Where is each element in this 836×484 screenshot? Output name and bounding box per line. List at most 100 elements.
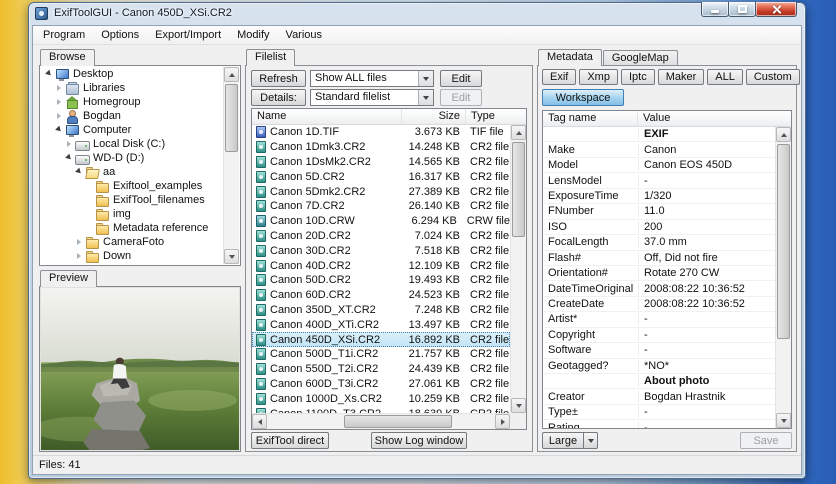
tab-googlemap[interactable]: GoogleMap bbox=[602, 50, 678, 65]
file-row-canon-450d-xsi-cr2[interactable]: Canon 450D_XSi.CR2 16.892 KB CR2 file bbox=[252, 332, 510, 347]
column-header-name[interactable]: Name bbox=[252, 109, 402, 124]
filter-button-exif[interactable]: Exif bbox=[542, 69, 577, 85]
file-row-canon-30d-cr2[interactable]: Canon 30D.CR2 7.518 KB CR2 file bbox=[252, 243, 510, 258]
file-row-canon-500d-t1i-cr2[interactable]: Canon 500D_T1i.CR2 21.757 KB CR2 file bbox=[252, 347, 510, 362]
file-row-canon-1d-tif[interactable]: Canon 1D.TIF 3.673 KB TIF file bbox=[252, 125, 510, 140]
app-icon[interactable] bbox=[35, 7, 48, 20]
tree-item-down[interactable]: Down bbox=[41, 249, 223, 263]
refresh-button[interactable]: Refresh bbox=[251, 70, 306, 87]
meta-row-creator[interactable]: Creator Bogdan Hrastnik bbox=[543, 389, 775, 405]
meta-row-flash[interactable]: Flash# Off, Did not fire bbox=[543, 251, 775, 266]
minimize-button[interactable] bbox=[701, 2, 729, 17]
collapse-arrow-icon[interactable] bbox=[54, 125, 64, 135]
tree-item-libraries[interactable]: Libraries bbox=[41, 81, 223, 95]
tree-scrollbar[interactable] bbox=[223, 67, 239, 264]
filelist-scroll-up-button[interactable] bbox=[511, 125, 526, 140]
filelist-hscrollbar[interactable] bbox=[252, 413, 510, 429]
maximize-button[interactable] bbox=[728, 2, 756, 17]
meta-row-software[interactable]: Software - bbox=[543, 343, 775, 359]
tree-scroll-down-button[interactable] bbox=[224, 249, 239, 264]
workspace-button[interactable]: Workspace bbox=[542, 89, 624, 106]
menu-export-import[interactable]: Export/Import bbox=[147, 27, 229, 43]
meta-row-artist[interactable]: Artist* - bbox=[543, 312, 775, 328]
details-button[interactable]: Details: bbox=[251, 89, 306, 106]
expand-arrow-icon[interactable] bbox=[74, 251, 84, 261]
meta-row-geotagged[interactable]: Geotagged? *NO* bbox=[543, 359, 775, 374]
filter-button-xmp[interactable]: Xmp bbox=[579, 69, 618, 85]
meta-row-exposuretime[interactable]: ExposureTime 1/320 bbox=[543, 189, 775, 205]
file-filter-dropdown[interactable]: Show ALL files bbox=[310, 70, 434, 87]
tree-item-bogdan[interactable]: Bogdan bbox=[41, 109, 223, 124]
filter-button-maker[interactable]: Maker bbox=[657, 69, 705, 85]
tab-metadata[interactable]: Metadata bbox=[538, 49, 602, 66]
meta-row-make[interactable]: Make Canon bbox=[543, 142, 775, 158]
file-row-canon-1000d-xs-cr2[interactable]: Canon 1000D_Xs.CR2 10.259 KB CR2 file bbox=[252, 391, 510, 406]
tree-item-exiftool-filenames[interactable]: ExifTool_filenames bbox=[41, 193, 223, 207]
tab-filelist[interactable]: Filelist bbox=[246, 49, 296, 66]
dropdown-arrow-icon[interactable] bbox=[418, 90, 433, 105]
title-bar[interactable]: ExifToolGUI - Canon 450D_XSi.CR2 bbox=[29, 2, 805, 25]
file-row-canon-350d-xt-cr2[interactable]: Canon 350D_XT.CR2 7.248 KB CR2 file bbox=[252, 303, 510, 318]
edit-filter-button[interactable]: Edit bbox=[440, 70, 482, 87]
meta-row-lensmodel[interactable]: LensModel - bbox=[543, 173, 775, 189]
menu-options[interactable]: Options bbox=[93, 27, 147, 43]
meta-row-orientation[interactable]: Orientation# Rotate 270 CW bbox=[543, 266, 775, 282]
tree-item-wd-d-d[interactable]: WD-D (D:) bbox=[41, 151, 223, 165]
tree-item-aa[interactable]: aa bbox=[41, 165, 223, 179]
tree-item-exiftool-examples[interactable]: Exiftool_examples bbox=[41, 179, 223, 193]
file-row-canon-600d-t3i-cr2[interactable]: Canon 600D_T3i.CR2 27.061 KB CR2 file bbox=[252, 377, 510, 392]
filelist-style-dropdown[interactable]: Standard filelist bbox=[310, 89, 434, 106]
tree-scroll-thumb[interactable] bbox=[225, 84, 238, 152]
expand-arrow-icon[interactable] bbox=[54, 83, 64, 93]
column-header-type[interactable]: Type bbox=[466, 109, 526, 124]
filter-button-all[interactable]: ALL bbox=[707, 69, 743, 85]
file-row-canon-550d-t2i-cr2[interactable]: Canon 550D_T2i.CR2 24.439 KB CR2 file bbox=[252, 362, 510, 377]
show-log-window-button[interactable]: Show Log window bbox=[371, 432, 467, 449]
exiftool-direct-button[interactable]: ExifTool direct bbox=[251, 432, 329, 449]
metadata-scroll-thumb[interactable] bbox=[777, 144, 790, 339]
menu-various[interactable]: Various bbox=[278, 27, 330, 43]
filelist-scroll-down-button[interactable] bbox=[511, 398, 526, 413]
dropdown-arrow-icon[interactable] bbox=[418, 71, 433, 86]
meta-row-about-photo[interactable]: About photo bbox=[543, 374, 775, 390]
tab-browse[interactable]: Browse bbox=[40, 49, 95, 66]
save-button[interactable]: Save bbox=[740, 432, 792, 449]
large-dropdown-arrow[interactable] bbox=[584, 432, 598, 449]
filelist-hscroll-thumb[interactable] bbox=[344, 415, 452, 428]
filelist-scroll-right-button[interactable] bbox=[495, 414, 510, 429]
tree-item-camerafoto[interactable]: CameraFoto bbox=[41, 235, 223, 249]
column-header-size[interactable]: Size bbox=[402, 109, 466, 124]
meta-row-rating[interactable]: Rating - bbox=[543, 420, 775, 428]
tree-item-local-disk-c[interactable]: Local Disk (C:) bbox=[41, 137, 223, 151]
collapse-arrow-icon[interactable] bbox=[74, 167, 84, 177]
file-row-canon-50d-cr2[interactable]: Canon 50D.CR2 19.493 KB CR2 file bbox=[252, 273, 510, 288]
column-header-tag-name[interactable]: Tag name bbox=[543, 111, 638, 126]
tree-item-computer[interactable]: Computer bbox=[41, 123, 223, 137]
close-button[interactable] bbox=[755, 2, 797, 17]
meta-row-model[interactable]: Model Canon EOS 450D bbox=[543, 158, 775, 174]
expand-arrow-icon[interactable] bbox=[74, 237, 84, 247]
metadata-scrollbar[interactable] bbox=[775, 127, 791, 428]
menu-program[interactable]: Program bbox=[35, 27, 93, 43]
meta-row-type[interactable]: Type± - bbox=[543, 405, 775, 421]
menu-modify[interactable]: Modify bbox=[229, 27, 277, 43]
file-row-canon-400d-xti-cr2[interactable]: Canon 400D_XTi.CR2 13.497 KB CR2 file bbox=[252, 317, 510, 332]
meta-row-exif[interactable]: EXIF bbox=[543, 127, 775, 143]
file-row-canon-5dmk2-cr2[interactable]: Canon 5Dmk2.CR2 27.389 KB CR2 file bbox=[252, 184, 510, 199]
tree-item-img[interactable]: img bbox=[41, 207, 223, 221]
filelist-scroll-thumb[interactable] bbox=[512, 142, 525, 237]
column-header-value[interactable]: Value bbox=[638, 111, 791, 126]
tree-item-desktop[interactable]: Desktop bbox=[41, 67, 223, 81]
expand-arrow-icon[interactable] bbox=[54, 111, 64, 121]
meta-row-createdate[interactable]: CreateDate 2008:08:22 10:36:52 bbox=[543, 297, 775, 313]
filelist-scroll-left-button[interactable] bbox=[252, 414, 267, 429]
tree-item-homegroup[interactable]: Homegroup bbox=[41, 95, 223, 109]
edit-style-button[interactable]: Edit bbox=[440, 89, 482, 106]
tree-scroll-up-button[interactable] bbox=[224, 67, 239, 82]
file-row-canon-60d-cr2[interactable]: Canon 60D.CR2 24.523 KB CR2 file bbox=[252, 288, 510, 303]
tree-item-metadata-reference[interactable]: Metadata reference bbox=[41, 221, 223, 235]
collapse-arrow-icon[interactable] bbox=[44, 69, 54, 79]
tab-preview[interactable]: Preview bbox=[40, 270, 98, 287]
meta-row-focallength[interactable]: FocalLength 37.0 mm bbox=[543, 235, 775, 251]
metadata-scroll-down-button[interactable] bbox=[776, 413, 791, 428]
